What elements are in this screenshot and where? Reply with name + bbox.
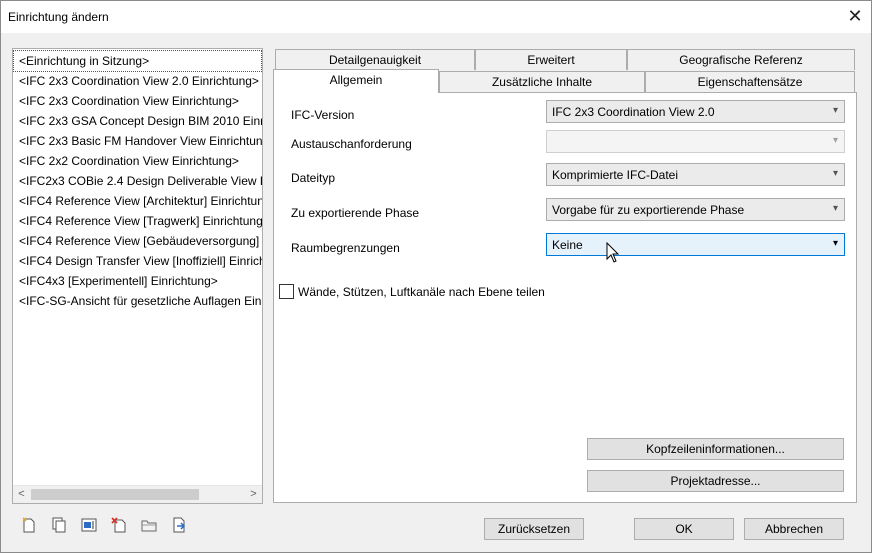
exchange-requirement-label: Austauschanforderung bbox=[291, 137, 412, 151]
phase-label: Zu exportierende Phase bbox=[291, 206, 420, 220]
delete-setup-icon[interactable] bbox=[110, 516, 128, 534]
tab-detailgenauigkeit[interactable]: Detailgenauigkeit bbox=[275, 49, 475, 70]
space-boundaries-value: Keine bbox=[552, 238, 583, 252]
list-item[interactable]: <IFC 2x3 Basic FM Handover View Einricht… bbox=[19, 131, 262, 151]
scroll-left-icon[interactable]: < bbox=[13, 486, 30, 503]
file-type-label: Dateityp bbox=[291, 171, 336, 185]
scroll-right-icon[interactable]: > bbox=[245, 486, 262, 503]
list-item[interactable]: <IFC4x3 [Experimentell] Einrichtung> bbox=[19, 271, 218, 291]
ifc-version-label: IFC-Version bbox=[291, 108, 355, 122]
split-by-level-label[interactable]: Wände, Stützen, Luftkanäle nach Ebene te… bbox=[298, 285, 545, 299]
tab-geografische-referenz[interactable]: Geografische Referenz bbox=[627, 49, 855, 70]
list-item[interactable]: <IFC4 Design Transfer View [Inoffiziell]… bbox=[19, 251, 262, 271]
list-item[interactable]: <IFC2x3 COBie 2.4 Design Deliverable Vie… bbox=[19, 171, 262, 191]
setup-list[interactable]: <Einrichtung in Sitzung> <IFC 2x3 Coordi… bbox=[12, 48, 263, 504]
list-item[interactable]: <IFC 2x2 Coordination View Einrichtung> bbox=[19, 151, 239, 171]
change-setup-dialog: Einrichtung ändern ✕ <Einrichtung in Sit… bbox=[0, 0, 872, 553]
ok-button[interactable]: OK bbox=[634, 518, 734, 540]
tab-eigenschaftensaetze[interactable]: Eigenschaftensätze bbox=[645, 71, 855, 92]
list-item[interactable]: <IFC4 Reference View [Tragwerk] Einricht… bbox=[19, 211, 262, 231]
list-item[interactable]: <IFC4 Reference View [Gebäudeversorgung]… bbox=[19, 231, 262, 251]
tab-allgemein[interactable]: Allgemein bbox=[273, 69, 439, 93]
tab-erweitert[interactable]: Erweitert bbox=[475, 49, 627, 70]
chevron-down-icon: ▾ bbox=[832, 203, 838, 214]
list-item[interactable]: <IFC 2x3 GSA Concept Design BIM 2010 Ein… bbox=[19, 111, 262, 131]
chevron-down-icon: ▾ bbox=[832, 238, 838, 249]
file-type-value: Komprimierte IFC-Datei bbox=[552, 168, 679, 182]
mouse-cursor-icon bbox=[606, 242, 620, 263]
project-address-button[interactable]: Projektadresse... bbox=[587, 470, 844, 492]
close-icon[interactable]: ✕ bbox=[843, 5, 867, 29]
tab-zusaetzliche-inhalte[interactable]: Zusätzliche Inhalte bbox=[439, 71, 645, 92]
chevron-down-icon: ▾ bbox=[832, 105, 838, 116]
scrollbar-thumb[interactable] bbox=[31, 489, 199, 500]
import-setup-icon[interactable] bbox=[140, 516, 158, 534]
setup-list-items: <Einrichtung in Sitzung> <IFC 2x3 Coordi… bbox=[13, 49, 262, 486]
general-tab-panel: IFC-Version IFC 2x3 Coordination View 2.… bbox=[273, 92, 857, 503]
ifc-version-select[interactable]: IFC 2x3 Coordination View 2.0 ▾ bbox=[546, 100, 845, 123]
exchange-requirement-select[interactable]: ▾ bbox=[546, 130, 845, 153]
title-bar: Einrichtung ändern ✕ bbox=[1, 1, 871, 33]
cancel-button[interactable]: Abbrechen bbox=[744, 518, 844, 540]
duplicate-setup-icon[interactable] bbox=[50, 516, 68, 534]
export-setup-icon[interactable] bbox=[170, 516, 188, 534]
chevron-down-icon: ▾ bbox=[832, 135, 838, 146]
chevron-down-icon: ▾ bbox=[832, 168, 838, 179]
phase-value: Vorgabe für zu exportierende Phase bbox=[552, 203, 745, 217]
new-setup-icon[interactable] bbox=[20, 516, 38, 534]
list-item[interactable]: <IFC4 Reference View [Architektur] Einri… bbox=[19, 191, 262, 211]
file-type-select[interactable]: Komprimierte IFC-Datei ▾ bbox=[546, 163, 845, 186]
space-boundaries-select[interactable]: Keine ▾ bbox=[546, 233, 845, 256]
rename-setup-icon[interactable] bbox=[80, 516, 98, 534]
list-item[interactable]: <IFC 2x3 Coordination View Einrichtung> bbox=[19, 91, 239, 111]
ifc-version-value: IFC 2x3 Coordination View 2.0 bbox=[552, 105, 715, 119]
list-item[interactable]: <IFC 2x3 Coordination View 2.0 Einrichtu… bbox=[19, 71, 259, 91]
list-item-setup-in-session[interactable]: <Einrichtung in Sitzung> bbox=[13, 50, 262, 72]
window-title: Einrichtung ändern bbox=[8, 10, 109, 24]
phase-select[interactable]: Vorgabe für zu exportierende Phase ▾ bbox=[546, 198, 845, 221]
header-info-button[interactable]: Kopfzeileninformationen... bbox=[587, 438, 844, 460]
horizontal-scrollbar[interactable]: < > bbox=[13, 485, 262, 503]
space-boundaries-label: Raumbegrenzungen bbox=[291, 241, 400, 255]
reset-button[interactable]: Zurücksetzen bbox=[484, 518, 584, 540]
split-by-level-checkbox[interactable] bbox=[279, 284, 294, 299]
list-item[interactable]: <IFC-SG-Ansicht für gesetzliche Auflagen… bbox=[19, 291, 262, 311]
